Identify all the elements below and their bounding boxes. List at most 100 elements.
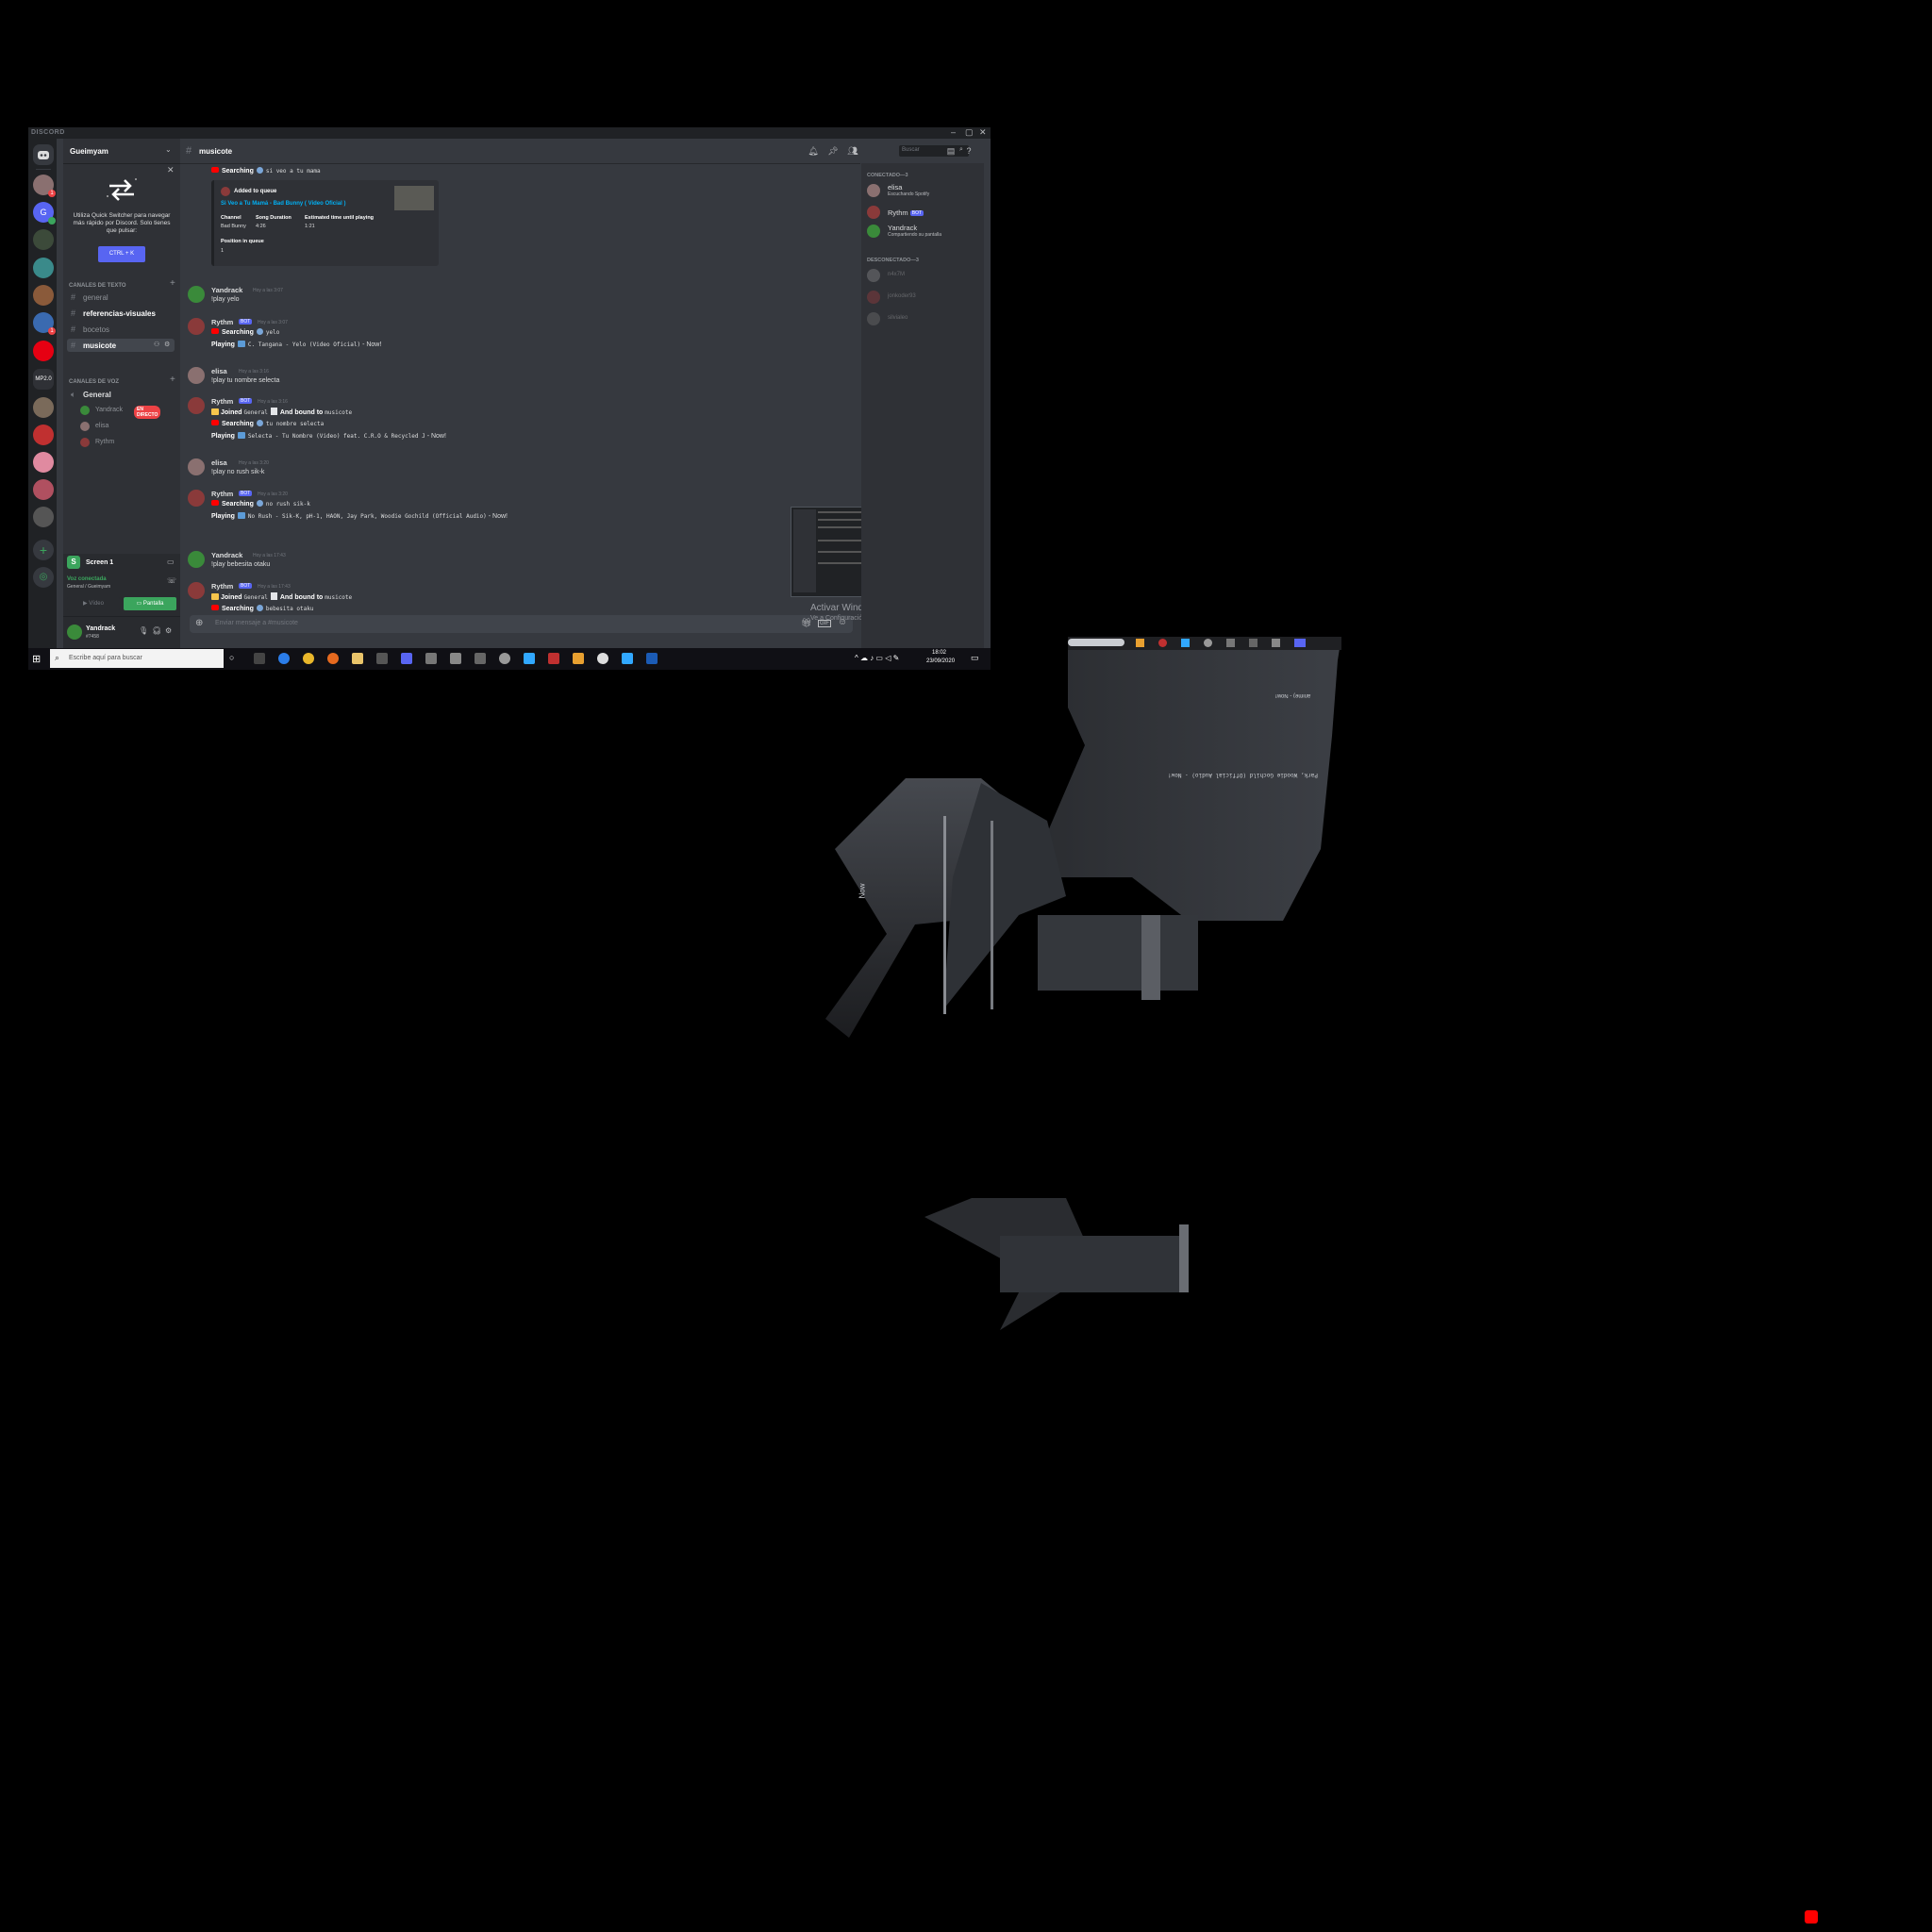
search-input[interactable]: Buscar ⌕ xyxy=(899,145,969,157)
stop-stream-icon[interactable]: ▭ xyxy=(167,558,175,566)
close-window-button[interactable]: ✕ xyxy=(979,127,987,138)
server-avatar[interactable]: 1 xyxy=(33,175,56,197)
embed-song-link[interactable]: Si Veo a Tu Mamá - Bad Bunny ( Video Ofi… xyxy=(221,201,345,207)
app-icon[interactable] xyxy=(376,653,388,664)
member-item[interactable]: elisa Escuchando Spotify xyxy=(867,182,980,201)
avatar[interactable] xyxy=(188,490,205,507)
discord-home-icon[interactable] xyxy=(33,144,54,165)
pin-icon[interactable]: 📌︎ xyxy=(827,145,839,157)
chevron-down-icon[interactable]: ⌄ xyxy=(165,145,172,154)
message-username[interactable]: Rythm xyxy=(211,318,233,326)
blender-icon[interactable] xyxy=(573,653,584,664)
microphone-icon[interactable]: 🎙︎ xyxy=(139,626,148,635)
add-channel-icon[interactable]: + xyxy=(170,278,175,289)
message-username[interactable]: Rythm xyxy=(211,582,233,591)
steam-icon[interactable] xyxy=(646,653,658,664)
channel-musicote[interactable]: # musicote ⚇ ⚙ xyxy=(67,339,175,352)
bot-tag: BOT xyxy=(239,583,253,589)
app-icon[interactable] xyxy=(450,653,461,664)
server-avatar[interactable] xyxy=(33,258,54,278)
avatar[interactable] xyxy=(188,367,205,384)
photoshop-icon[interactable] xyxy=(622,653,633,664)
server-header[interactable]: Gueimyam ⌄ xyxy=(63,139,180,164)
avatar[interactable] xyxy=(188,286,205,303)
server-g[interactable]: G xyxy=(33,202,56,225)
edge-icon[interactable] xyxy=(278,653,290,664)
channel-referencias-visuales[interactable]: # referencias-visuales xyxy=(67,307,175,320)
app-icon[interactable] xyxy=(475,653,486,664)
message-username[interactable]: Yandrack xyxy=(211,286,242,294)
server-avatar[interactable] xyxy=(33,397,54,418)
folder-icon[interactable] xyxy=(352,653,363,664)
avatar[interactable] xyxy=(67,625,82,640)
channel-general[interactable]: # general xyxy=(67,291,175,304)
member-item[interactable]: jonkoder93 xyxy=(867,289,980,308)
photoshop-icon[interactable] xyxy=(524,653,535,664)
server-avatar[interactable] xyxy=(33,229,54,250)
message-input[interactable]: ⊕ Enviar mensaje a #musicote 🎁︎ GIF ☺ xyxy=(190,615,853,633)
windows-start-icon[interactable]: ⊞ xyxy=(32,653,41,665)
explore-servers-icon[interactable]: ◎ xyxy=(33,567,54,588)
bell-icon[interactable]: 🔔︎ xyxy=(808,145,819,157)
close-icon[interactable]: ✕ xyxy=(167,165,175,175)
online-dot xyxy=(48,217,56,225)
avatar xyxy=(867,291,880,304)
inbox-icon[interactable]: ▤ xyxy=(945,145,957,157)
members-icon[interactable]: 👥︎ xyxy=(847,145,858,157)
server-avatar[interactable]: 1 xyxy=(33,312,56,335)
settings-gear-icon[interactable]: ⚙ xyxy=(165,626,172,635)
member-item[interactable]: n4x7M xyxy=(867,267,980,286)
ctrl-k-button[interactable]: CTRL + K xyxy=(98,246,145,262)
message-username[interactable]: Rythm xyxy=(211,490,233,498)
member-item[interactable]: silvialeo xyxy=(867,310,980,329)
message-username[interactable]: elisa xyxy=(211,458,227,467)
member-item[interactable]: Yandrack Compartiendo su pantalla xyxy=(867,223,980,242)
hash-icon: # xyxy=(71,341,76,350)
server-avatar[interactable] xyxy=(33,479,54,500)
server-avatar[interactable] xyxy=(33,285,54,306)
avatar[interactable] xyxy=(188,397,205,414)
screen-button[interactable]: ▭ Pantalla xyxy=(124,597,176,610)
server-avatar[interactable] xyxy=(33,507,54,527)
app-icon[interactable] xyxy=(548,653,559,664)
chrome-icon[interactable] xyxy=(303,653,314,664)
add-voice-channel-icon[interactable]: + xyxy=(170,375,175,385)
app-icon[interactable] xyxy=(425,653,437,664)
task-view-icon[interactable] xyxy=(254,653,265,664)
unreal-icon[interactable] xyxy=(499,653,510,664)
message-username[interactable]: Rythm xyxy=(211,397,233,406)
channel-bocetos[interactable]: # bocetos xyxy=(67,323,175,336)
message-username[interactable]: Yandrack xyxy=(211,551,242,559)
voice-channel-general[interactable]: 🔈︎ General xyxy=(67,388,175,401)
firefox-icon[interactable] xyxy=(327,653,339,664)
server-nintendo[interactable] xyxy=(33,341,54,361)
disconnect-icon[interactable]: ☏ xyxy=(167,576,176,585)
member-item[interactable]: Rythm BOT xyxy=(867,204,980,223)
maximize-button[interactable]: ▢ xyxy=(965,127,974,138)
server-mp2[interactable]: MP2.0 xyxy=(33,369,54,390)
server-avatar[interactable] xyxy=(33,425,54,445)
app-icon[interactable] xyxy=(597,653,608,664)
record-indicator[interactable] xyxy=(1805,1910,1818,1924)
upload-plus-icon[interactable]: ⊕ xyxy=(195,618,203,628)
text-category[interactable]: CANALES DE TEXTO xyxy=(69,283,126,289)
avatar[interactable] xyxy=(188,582,205,599)
add-server-icon[interactable]: + xyxy=(33,540,54,560)
headphones-icon[interactable]: 🎧︎ xyxy=(152,626,161,635)
server-avatar[interactable] xyxy=(33,452,54,473)
message-username[interactable]: elisa xyxy=(211,367,227,375)
avatar[interactable] xyxy=(188,551,205,568)
help-icon[interactable]: ? xyxy=(963,145,974,157)
video-button[interactable]: ▶ Vídeo xyxy=(67,597,120,610)
cortana-icon[interactable]: ○ xyxy=(229,653,241,664)
avatar[interactable] xyxy=(188,458,205,475)
minimize-button[interactable]: – xyxy=(951,127,956,137)
discord-taskbar-icon[interactable] xyxy=(401,653,412,664)
avatar[interactable] xyxy=(188,318,205,335)
voice-connected-status[interactable]: Voz conectada xyxy=(67,576,107,582)
taskbar-search-input[interactable]: ⌕ Escribe aquí para buscar xyxy=(50,649,224,668)
user-name: Yandrack xyxy=(86,625,116,632)
invite-icon[interactable]: ⚇ xyxy=(154,341,159,348)
voice-category[interactable]: CANALES DE VOZ xyxy=(69,379,119,385)
gear-icon[interactable]: ⚙ xyxy=(164,341,170,348)
